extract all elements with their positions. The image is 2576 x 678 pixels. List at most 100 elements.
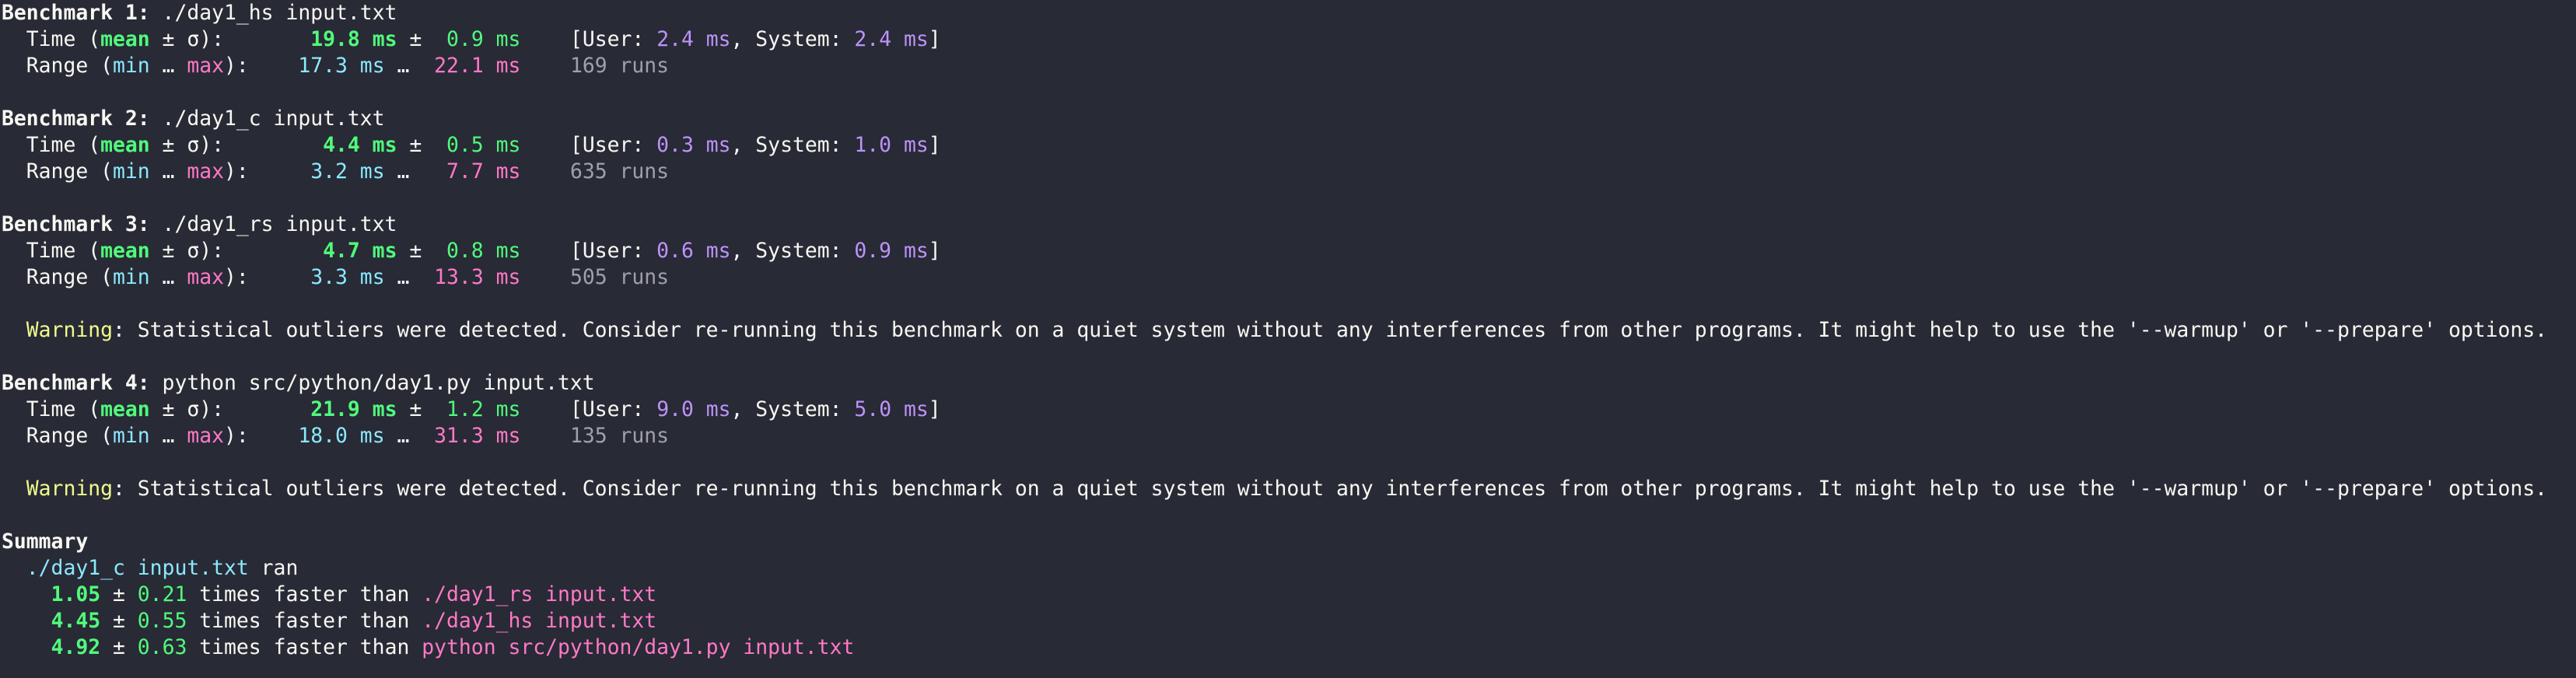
- range-close: ):: [224, 159, 249, 183]
- summary-fastest-line: ./day1_c input.txt ran: [2, 555, 299, 582]
- benchmark-label: Benchmark 2:: [2, 107, 150, 131]
- user-open: [User:: [569, 133, 657, 157]
- pm-sign: ±: [397, 397, 447, 421]
- runs-count: 169 runs: [569, 54, 670, 78]
- runs-count: 505 runs: [569, 265, 670, 289]
- range-sep: …: [384, 159, 422, 183]
- system-label: , System:: [730, 239, 855, 263]
- pm-sign: ±: [397, 239, 447, 263]
- sigma-label: ± σ):: [149, 397, 225, 421]
- sigma-value: 1.2 ms: [446, 397, 521, 421]
- range-close: ):: [224, 54, 249, 78]
- max-value: 22.1 ms: [434, 54, 521, 78]
- range-prefix: Range (: [2, 265, 113, 289]
- terminal-window[interactable]: Benchmark 1: ./day1_hs input.txt Time (m…: [2, 0, 2573, 678]
- benchmark-command: ./day1_rs input.txt: [149, 212, 397, 236]
- bracket-close: ]: [928, 397, 941, 421]
- range-sep: …: [384, 424, 422, 448]
- times-faster-text: times faster than: [187, 582, 422, 606]
- range-sep: …: [384, 54, 422, 78]
- mean-value: 4.7 ms: [323, 239, 397, 263]
- benchmark-1-header: Benchmark 1: ./day1_hs input.txt: [2, 0, 397, 26]
- compared-command: ./day1_hs input.txt: [422, 609, 657, 633]
- benchmark-label: Benchmark 4:: [2, 371, 150, 395]
- summary-comparison: 1.05 ± 0.21 times faster than ./day1_rs …: [2, 582, 657, 608]
- summary-comparison: 4.92 ± 0.63 times faster than python src…: [2, 634, 855, 661]
- speedup-ratio: 1.05: [51, 582, 101, 606]
- pm-sign: ±: [397, 27, 447, 51]
- max-value: 31.3 ms: [434, 424, 521, 448]
- user-value: 0.6 ms: [656, 239, 731, 263]
- range-sep: …: [384, 265, 422, 289]
- runs-count: 135 runs: [569, 424, 670, 448]
- compared-command: python src/python/day1.py input.txt: [422, 635, 855, 659]
- range-ellipsis: …: [149, 159, 187, 183]
- range-close: ):: [224, 265, 249, 289]
- system-value: 2.4 ms: [854, 27, 929, 51]
- system-label: , System:: [730, 133, 855, 157]
- min-value: 17.3 ms: [298, 54, 385, 78]
- warning-line-2: Warning: Statistical outliers were detec…: [2, 476, 2547, 502]
- sigma-label: ± σ):: [149, 133, 225, 157]
- bracket-close: ]: [928, 27, 941, 51]
- warning-label: Warning: [26, 318, 114, 342]
- benchmark-1-range-line: Range (min … max): 17.3 ms … 22.1 ms 169…: [2, 53, 669, 79]
- summary-title: Summary: [2, 529, 89, 554]
- benchmark-2-header: Benchmark 2: ./day1_c input.txt: [2, 106, 385, 132]
- system-label: , System:: [730, 27, 855, 51]
- benchmark-command: ./day1_hs input.txt: [149, 1, 397, 25]
- compared-command: ./day1_rs input.txt: [422, 582, 657, 606]
- benchmark-4-time-line: Time (mean ± σ): 21.9 ms ± 1.2 ms [User:…: [2, 397, 941, 423]
- mean-value: 19.8 ms: [310, 27, 397, 51]
- sigma-value: 0.5 ms: [446, 133, 521, 157]
- system-label: , System:: [730, 397, 855, 421]
- range-ellipsis: …: [149, 424, 187, 448]
- sigma-label: ± σ):: [149, 27, 225, 51]
- speedup-error: 0.63: [137, 635, 187, 659]
- benchmark-4-header: Benchmark 4: python src/python/day1.py i…: [2, 370, 595, 397]
- system-value: 0.9 ms: [854, 239, 929, 263]
- max-value: 7.7 ms: [446, 159, 521, 183]
- pm-sign: ±: [100, 635, 138, 659]
- range-ellipsis: …: [149, 265, 187, 289]
- sigma-value: 0.9 ms: [446, 27, 521, 51]
- time-prefix: Time (: [2, 239, 101, 263]
- pm-sign: ±: [100, 609, 138, 633]
- benchmark-4-range-line: Range (min … max): 18.0 ms … 31.3 ms 135…: [2, 423, 669, 449]
- user-value: 9.0 ms: [656, 397, 731, 421]
- user-value: 2.4 ms: [656, 27, 731, 51]
- range-prefix: Range (: [2, 159, 113, 183]
- warning-line-1: Warning: Statistical outliers were detec…: [2, 317, 2547, 344]
- warning-text: : Statistical outliers were detected. Co…: [113, 318, 2548, 342]
- speedup-error: 0.21: [137, 582, 187, 606]
- system-value: 5.0 ms: [854, 397, 929, 421]
- benchmark-label: Benchmark 1:: [2, 1, 150, 25]
- mean-label: mean: [100, 133, 150, 157]
- min-label: min: [113, 159, 150, 183]
- max-label: max: [187, 424, 225, 448]
- times-faster-text: times faster than: [187, 635, 422, 659]
- system-value: 1.0 ms: [854, 133, 929, 157]
- mean-value: 4.4 ms: [323, 133, 397, 157]
- pm-sign: ±: [100, 582, 138, 606]
- mean-value: 21.9 ms: [310, 397, 397, 421]
- time-prefix: Time (: [2, 27, 101, 51]
- times-faster-text: times faster than: [187, 609, 422, 633]
- pm-sign: ±: [397, 133, 447, 157]
- benchmark-2-time-line: Time (mean ± σ): 4.4 ms ± 0.5 ms [User: …: [2, 132, 941, 159]
- range-ellipsis: …: [149, 54, 187, 78]
- benchmark-1-time-line: Time (mean ± σ): 19.8 ms ± 0.9 ms [User:…: [2, 26, 941, 53]
- benchmark-command: python src/python/day1.py input.txt: [149, 371, 595, 395]
- speedup-ratio: 4.92: [51, 635, 101, 659]
- max-value: 13.3 ms: [434, 265, 521, 289]
- bracket-close: ]: [928, 133, 941, 157]
- benchmark-3-header: Benchmark 3: ./day1_rs input.txt: [2, 211, 397, 238]
- benchmark-command: ./day1_c input.txt: [149, 107, 385, 131]
- max-label: max: [187, 54, 225, 78]
- time-prefix: Time (: [2, 397, 101, 421]
- speedup-error: 0.55: [137, 609, 187, 633]
- sigma-label: ± σ):: [149, 239, 225, 263]
- summary-comparison: 4.45 ± 0.55 times faster than ./day1_hs …: [2, 608, 657, 634]
- min-label: min: [113, 54, 150, 78]
- range-close: ):: [224, 424, 249, 448]
